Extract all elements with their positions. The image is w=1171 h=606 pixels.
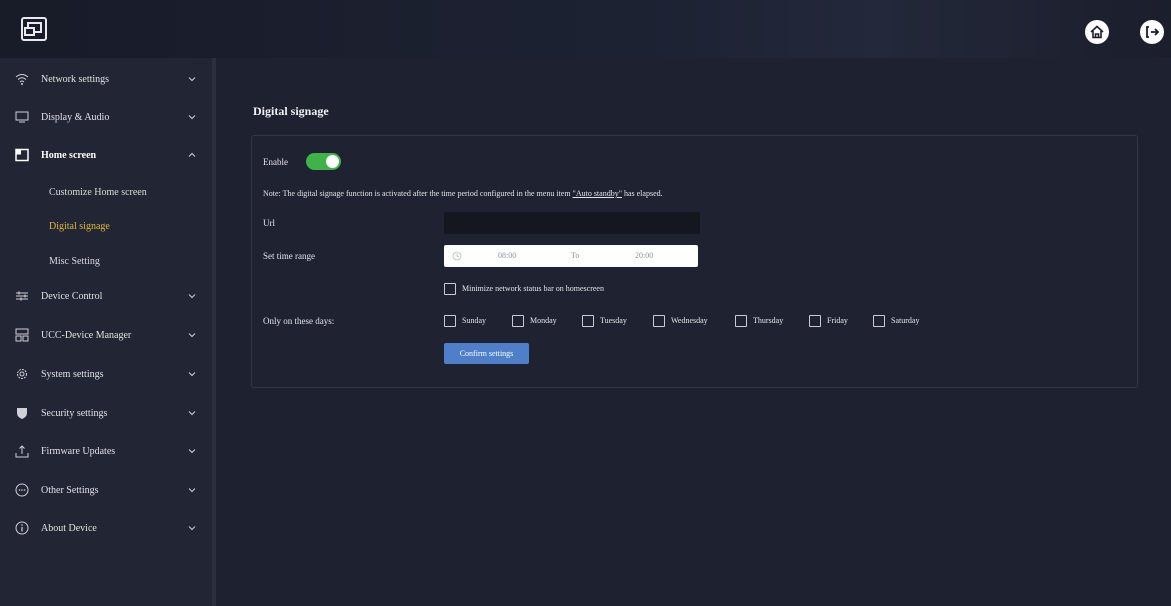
sidebar-item-security-settings[interactable]: Security settings <box>0 394 212 432</box>
sidebar-item-device-control[interactable]: Device Control <box>0 277 212 315</box>
note-suffix: has elapsed. <box>621 189 663 198</box>
page-title: Digital signage <box>253 104 329 118</box>
upload-icon <box>15 445 29 458</box>
home-screen-icon <box>15 148 29 162</box>
device-manager-icon <box>15 328 29 342</box>
sunday-label: Sunday <box>462 316 486 325</box>
wednesday-label: Wednesday <box>671 316 708 325</box>
monday-checkbox[interactable] <box>512 315 524 327</box>
chevron-down-icon <box>188 526 196 531</box>
thursday-checkbox[interactable] <box>735 315 747 327</box>
sidebar-subitem-label: Misc Setting <box>49 255 100 267</box>
auto-standby-link[interactable]: "Auto standby" <box>573 189 622 198</box>
chevron-down-icon <box>188 115 196 120</box>
sidebar-item-about-device[interactable]: About Device <box>0 509 212 547</box>
url-label: Url <box>263 218 275 228</box>
sidebar-item-label: Network settings <box>41 73 110 85</box>
wednesday-checkbox[interactable] <box>653 315 665 327</box>
days-label: Only on these days: <box>263 316 335 326</box>
home-icon[interactable] <box>1085 20 1109 44</box>
saturday-label: Saturday <box>891 316 920 325</box>
friday-checkbox[interactable] <box>809 315 821 327</box>
chevron-down-icon <box>188 411 196 416</box>
sidebar-item-system-settings[interactable]: System settings <box>0 355 212 393</box>
saturday-checkbox[interactable] <box>873 315 885 327</box>
friday-label: Friday <box>827 316 848 325</box>
sidebar-item-network-settings[interactable]: Network settings <box>0 60 212 98</box>
time-to-value[interactable]: 20:00 <box>635 251 653 260</box>
enable-toggle[interactable] <box>306 153 341 170</box>
sidebar-item-display-audio[interactable]: Display & Audio <box>0 98 212 136</box>
more-icon <box>15 483 29 497</box>
sidebar-subitem-customize-home-screen[interactable]: Customize Home screen <box>0 175 212 209</box>
confirm-settings-button[interactable]: Confirm settings <box>444 343 529 364</box>
chevron-up-icon <box>188 152 196 157</box>
sidebar-item-label: Security settings <box>41 407 108 419</box>
sidebar-item-label: About Device <box>41 522 97 534</box>
clock-icon <box>452 251 462 261</box>
toggle-knob <box>326 155 339 168</box>
sidebar-item-home-screen[interactable]: Home screen <box>0 136 212 174</box>
minimize-checkbox[interactable] <box>444 283 456 295</box>
sidebar-item-other-settings[interactable]: Other Settings <box>0 471 212 509</box>
sidebar-subitem-label: Customize Home screen <box>49 186 147 198</box>
tuesday-checkbox[interactable] <box>582 315 594 327</box>
sidebar-item-ucc-device-manager[interactable]: UCC-Device Manager <box>0 316 212 354</box>
time-from-value[interactable]: 08:00 <box>498 251 516 260</box>
enable-label: Enable <box>263 157 288 167</box>
sidebar-subitem-digital-signage[interactable]: Digital signage <box>0 209 212 243</box>
monday-label: Monday <box>530 316 557 325</box>
note-text: Note: The digital signage function is ac… <box>263 189 663 198</box>
sidebar-item-label: UCC-Device Manager <box>41 329 132 341</box>
url-input[interactable] <box>444 212 700 234</box>
sidebar-item-label: Home screen <box>41 149 97 161</box>
time-to-label: To <box>571 251 580 260</box>
minimize-label: Minimize network status bar on homescree… <box>462 284 604 293</box>
chevron-down-icon <box>188 77 196 82</box>
tuesday-label: Tuesday <box>600 316 627 325</box>
sidebar-item-label: Display & Audio <box>41 111 110 123</box>
sidebar-subitem-misc-setting[interactable]: Misc Setting <box>0 244 212 278</box>
thursday-label: Thursday <box>753 316 784 325</box>
sidebar-item-label: Other Settings <box>41 484 99 496</box>
sidebar-item-label: Firmware Updates <box>41 445 116 457</box>
top-bar <box>0 0 1171 58</box>
sidebar-item-label: System settings <box>41 368 104 380</box>
sidebar-item-firmware-updates[interactable]: Firmware Updates <box>0 432 212 470</box>
sunday-checkbox[interactable] <box>444 315 456 327</box>
gear-icon <box>17 369 27 379</box>
info-icon <box>15 521 29 535</box>
chevron-down-icon <box>188 488 196 493</box>
note-prefix: Note: The digital signage function is ac… <box>263 189 573 198</box>
logout-icon[interactable] <box>1140 20 1164 44</box>
sliders-icon <box>16 291 28 301</box>
sidebar-subitem-label: Digital signage <box>49 220 110 232</box>
screen-share-logo-icon <box>21 17 47 41</box>
chevron-down-icon <box>188 449 196 454</box>
wifi-icon <box>15 74 29 85</box>
time-range-label: Set time range <box>263 251 315 261</box>
chevron-down-icon <box>188 333 196 338</box>
chevron-down-icon <box>188 372 196 377</box>
sidebar-item-label: Device Control <box>41 290 103 302</box>
chevron-down-icon <box>188 294 196 299</box>
monitor-icon <box>15 111 29 123</box>
time-range-picker[interactable]: 08:00 To 20:00 <box>444 245 698 267</box>
shield-icon <box>17 408 27 419</box>
